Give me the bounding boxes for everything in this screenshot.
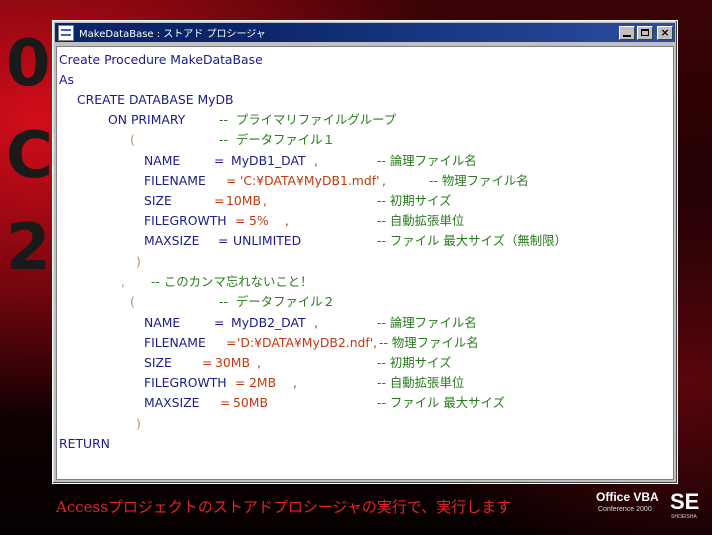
grow2-keyword: FILEGROWTH <box>144 375 227 390</box>
file2-equals: = <box>226 335 237 350</box>
name2-value: MyDB2_DAT <box>231 315 306 330</box>
slide-caption: Accessプロジェクトのストアドプロシージャの実行で、実行します <box>56 498 512 516</box>
size2-keyword: SIZE <box>144 355 172 370</box>
code-line-as: As <box>59 72 74 87</box>
close-icon: × <box>660 25 670 39</box>
comment-datafile-2: -- データファイル２ <box>219 294 335 309</box>
grow2-equals: = <box>235 375 246 390</box>
logo-office-vba: Office VBA <box>596 490 659 504</box>
close-paren-2: ) <box>136 416 141 431</box>
conference-logo: Office VBA Conference 2000 SE SHOEISHA <box>596 490 708 524</box>
size1-keyword: SIZE <box>144 193 172 208</box>
close-paren-1: ) <box>136 254 141 269</box>
name1-keyword: NAME <box>144 153 181 168</box>
separator-comma: , <box>121 274 125 289</box>
code-line-create-procedure: Create Procedure MakeDataBase <box>59 52 263 67</box>
name1-equals: = <box>214 153 225 168</box>
minimize-button[interactable] <box>619 25 635 40</box>
logo-publisher: SHOEISHA <box>671 514 697 520</box>
file1-value: 'C:¥DATA¥MyDB1.mdf' <box>240 173 380 188</box>
name2-comment: -- 論理ファイル名 <box>377 315 477 330</box>
max1-comment: -- ファイル 最大サイズ（無制限） <box>377 233 567 248</box>
max2-comment: -- ファイル 最大サイズ <box>377 395 505 410</box>
code-on-primary: ON PRIMARY <box>108 112 186 127</box>
file1-comma: , <box>382 173 386 188</box>
size1-value: 10MB <box>226 193 261 208</box>
file2-keyword: FILENAME <box>144 335 206 350</box>
window-title: MakeDataBase : ストアド プロシージャ <box>79 29 266 40</box>
separator-comment: -- このカンマ忘れないこと！ <box>151 274 313 289</box>
grow2-value: 2MB <box>249 375 277 390</box>
max2-value: 50MB <box>233 395 268 410</box>
procedure-window: MakeDataBase : ストアド プロシージャ × Create Proc… <box>52 20 678 484</box>
size2-value: 30MB <box>215 355 250 370</box>
name2-equals: = <box>214 315 225 330</box>
open-paren-1: ( <box>130 132 135 147</box>
file1-comment: -- 物理ファイル名 <box>429 173 529 188</box>
size2-equals: = <box>202 355 213 370</box>
code-line-create-database: CREATE DATABASE MyDB <box>77 92 234 107</box>
logo-conference: Conference 2000 <box>598 506 652 513</box>
grow1-value: 5% <box>249 213 269 228</box>
name1-comma: , <box>314 153 318 168</box>
grow1-comma: , <box>285 213 289 228</box>
logo-se: SE <box>670 489 700 514</box>
maximize-icon <box>641 28 649 36</box>
window-titlebar[interactable]: MakeDataBase : ストアド プロシージャ × <box>55 23 675 42</box>
maximize-button[interactable] <box>637 25 653 40</box>
minimize-icon <box>623 34 631 37</box>
code-line-return: RETURN <box>59 436 110 451</box>
grow1-equals: = <box>235 213 246 228</box>
stored-procedure-icon[interactable] <box>58 24 74 41</box>
grow2-comma: , <box>293 375 297 390</box>
name2-comma: , <box>314 315 318 330</box>
code-editor[interactable]: Create Procedure MakeDataBase As CREATE … <box>56 46 674 480</box>
close-button[interactable]: × <box>657 25 673 40</box>
open-paren-2: ( <box>130 294 135 309</box>
name1-comment: -- 論理ファイル名 <box>377 153 477 168</box>
max1-value: UNLIMITED <box>233 233 302 248</box>
max2-equals: = <box>220 395 231 410</box>
max1-equals: = <box>218 233 229 248</box>
size2-comment: -- 初期サイズ <box>377 355 452 370</box>
grow1-comment: -- 自動拡張単位 <box>377 213 465 228</box>
grow1-keyword: FILEGROWTH <box>144 213 227 228</box>
file2-comment: -- 物理ファイル名 <box>379 335 479 350</box>
file1-equals: = <box>226 173 237 188</box>
size2-comma: , <box>257 355 261 370</box>
size1-comma: , <box>263 193 267 208</box>
size1-comment: -- 初期サイズ <box>377 193 452 208</box>
grow2-comment: -- 自動拡張単位 <box>377 375 465 390</box>
comment-datafile-1: -- データファイル１ <box>219 132 335 147</box>
max1-keyword: MAXSIZE <box>144 233 200 248</box>
max2-keyword: MAXSIZE <box>144 395 200 410</box>
size1-equals: = <box>214 193 225 208</box>
name1-value: MyDB1_DAT <box>231 153 306 168</box>
name2-keyword: NAME <box>144 315 181 330</box>
file1-keyword: FILENAME <box>144 173 206 188</box>
file2-value: 'D:¥DATA¥MyDB2.ndf', <box>237 335 378 350</box>
comment-primary-filegroup: -- プライマリファイルグループ <box>219 112 397 127</box>
